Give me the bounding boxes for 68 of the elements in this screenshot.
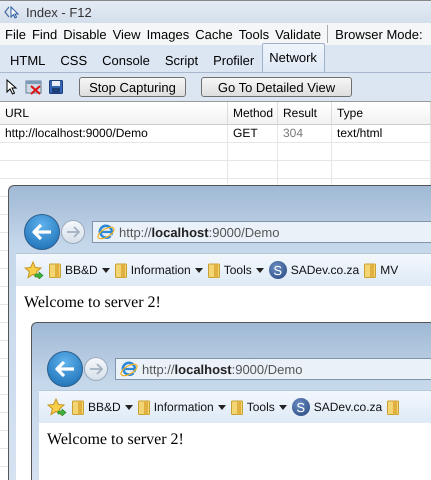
browser-mode-menu[interactable]: Browser Mode:	[332, 26, 426, 42]
folder-icon	[208, 262, 220, 278]
back-button[interactable]	[24, 214, 60, 250]
folder-icon	[387, 399, 400, 415]
page-text: Welcome to server 2!	[47, 430, 185, 450]
tab[interactable]: Script	[158, 48, 206, 72]
forward-button[interactable]	[84, 357, 108, 381]
menu-item[interactable]: File	[2, 26, 29, 42]
left-arrow-icon	[32, 224, 52, 240]
forward-button[interactable]	[61, 220, 85, 244]
address-text: http://localhost:9000/Demo	[119, 224, 280, 240]
tab[interactable]: Console	[95, 48, 158, 72]
menu-item[interactable]: Validate	[272, 26, 324, 42]
favorites-item[interactable]: MV	[364, 262, 398, 278]
menu-item[interactable]: Tools	[236, 26, 272, 42]
column-header[interactable]: Result	[278, 102, 332, 124]
favorites-item[interactable]: S SADev.co.za	[292, 398, 382, 416]
browser-logo-icon	[97, 224, 115, 240]
right-arrow-icon	[89, 363, 103, 375]
folder-icon	[138, 399, 150, 415]
address-field[interactable]: http://localhost:9000/Demo	[92, 221, 431, 243]
table-cell: text/html	[332, 125, 431, 142]
favorites-item[interactable]: Information	[114, 262, 203, 278]
favorites-item[interactable]: S SADev.co.za	[268, 261, 360, 279]
address-field[interactable]: http://localhost:9000/Demo	[115, 358, 431, 380]
folder-icon	[49, 262, 61, 278]
favorites-star-icon[interactable]	[24, 261, 44, 279]
tab[interactable]: Network	[262, 43, 325, 72]
window-title: Index - F12	[26, 4, 92, 20]
cursor-icon[interactable]	[5, 79, 19, 95]
favorites-item[interactable]: BB&D	[49, 262, 110, 278]
left-arrow-icon	[55, 361, 75, 377]
favorites-star-icon[interactable]	[47, 398, 67, 416]
right-arrow-icon	[66, 226, 80, 238]
menu-item[interactable]: Disable	[60, 26, 110, 42]
folder-icon	[230, 399, 243, 415]
favorites-item[interactable]: BB&D	[72, 399, 133, 415]
folder-icon	[114, 262, 127, 278]
folder-icon	[364, 262, 376, 278]
favorites-item[interactable]: Tools	[230, 399, 287, 415]
menu-item[interactable]: Find	[28, 26, 60, 42]
save-icon[interactable]	[49, 80, 63, 94]
address-text: http://localhost:9000/Demo	[142, 362, 302, 376]
site-icon: S	[268, 261, 287, 279]
browser-logo-icon	[120, 361, 138, 377]
tab[interactable]: HTML	[3, 48, 54, 72]
toolbar-button[interactable]: Go To Detailed View	[201, 77, 352, 97]
column-header[interactable]: URL	[0, 102, 228, 124]
tab[interactable]: Profiler	[206, 48, 262, 72]
tab[interactable]: CSS	[53, 48, 96, 72]
table-cell: http://localhost:9000/Demo	[0, 125, 228, 142]
menu-item[interactable]: Images	[144, 26, 192, 42]
favorites-item[interactable]	[387, 399, 400, 415]
page-text: Welcome to server 2!	[24, 293, 162, 313]
clear-icon[interactable]	[25, 79, 43, 95]
menu-item[interactable]: Cache	[192, 26, 236, 42]
table-cell: 304	[278, 125, 332, 142]
table-cell: GET	[228, 125, 278, 142]
column-header[interactable]: Method	[228, 102, 278, 124]
folder-icon	[72, 399, 84, 415]
favorites-item[interactable]: Tools	[208, 262, 264, 278]
favorites-item[interactable]: Information	[138, 399, 226, 415]
menu-item[interactable]: View	[110, 26, 144, 42]
toolbar-button[interactable]: Stop Capturing	[79, 77, 186, 97]
devtools-icon	[4, 5, 20, 19]
back-button[interactable]	[47, 351, 83, 387]
column-header[interactable]: Type	[332, 102, 431, 124]
site-icon: S	[292, 398, 310, 416]
